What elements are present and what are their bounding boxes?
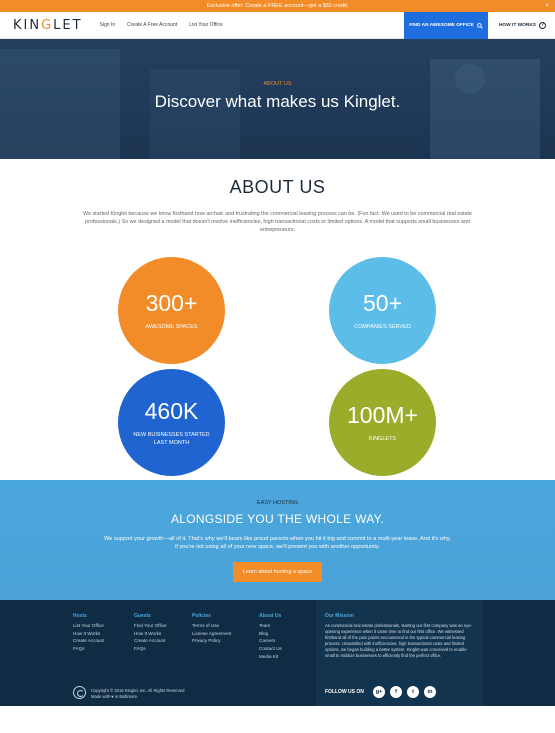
footer-link[interactable]: Terms of Use [192,622,231,630]
promo-banner[interactable]: Exclusive offer: Create a FREE account—g… [0,0,555,12]
close-icon[interactable]: × [545,0,549,12]
nav-sign-in[interactable]: Sign In [100,22,116,28]
about-section: ABOUT US We started Kinglet because we k… [0,159,555,235]
footer-link[interactable]: FAQs [134,645,167,653]
footer-link[interactable]: Privacy Policy [192,637,231,645]
easy-title: ALONGSIDE YOU THE WHOLE WAY. [170,511,385,526]
about-body: We started Kinglet because we know first… [82,211,472,234]
footer-col-guests: Guests Find Your Office How It Works Cre… [134,612,167,653]
hero-title: Discover what makes us Kinglet. [154,92,401,111]
nav-create-account[interactable]: Create A Free Account [127,22,177,28]
logo[interactable]: KINGLET [13,18,83,33]
mission-text: As commercial real estate professionals,… [325,622,473,658]
footer-link[interactable]: Team [259,622,282,630]
footer-link[interactable]: List Your Office [73,622,104,630]
footer-link[interactable]: Create Account [134,637,167,645]
stat-businesses: 460K NEW BUSINESSES STARTED LAST MONTH [118,368,225,476]
stat-kinglets: 100M+ KINGLETS [329,368,436,476]
stats-section: 300+ AWESOME SPACES 50+ COMPANIES SERVED… [0,235,555,480]
footer-col-hosts: Hosts List Your Office How It Works Crea… [73,612,105,653]
stat-spaces: 300+ AWESOME SPACES [118,256,225,364]
footer-link[interactable]: Blog [259,630,282,638]
about-title: ABOUT US [229,177,326,197]
help-icon: ? [539,22,547,29]
hero-kicker: ABOUT US [263,81,292,87]
linkedin-icon[interactable]: in [424,685,436,698]
hero-banner: ABOUT US Discover what makes us Kinglet. [0,39,555,159]
footer: Hosts List Your Office How It Works Crea… [0,599,555,706]
easy-kicker: EASY HOSTING [256,499,299,506]
footer-link[interactable]: How It Works [73,630,104,638]
search-icon [476,22,483,29]
footer-col-policies: Policies Terms of Use License Agreement … [192,612,232,645]
how-it-works-button[interactable]: HOW IT WORKS ? [490,12,555,39]
top-nav: KINGLET Sign In Create A Free Account Li… [0,12,555,39]
google-plus-icon[interactable]: g+ [373,685,385,698]
footer-link[interactable]: Contact Us [259,645,282,653]
footer-link[interactable]: FAQs [73,645,104,653]
mission-panel: Our Mission As commercial real estate pr… [316,599,483,706]
footer-link[interactable]: Media Kit [259,653,282,661]
footer-link[interactable]: Create Account [73,637,104,645]
hosting-button[interactable]: Learn about hosting a space [232,561,323,582]
footer-link[interactable]: Find Your Office [134,622,167,630]
promo-text: Exclusive offer: Create a FREE account—g… [206,3,349,9]
footer-logo-icon [73,685,86,699]
easy-body: We support your growth—all of it. That's… [104,535,451,551]
footer-link[interactable]: How It Works [134,630,167,638]
copyright: Copyright © 2015 Kinglet, Inc. All Right… [91,687,185,699]
footer-col-about: About Us Team Blog Careers Contact Us Me… [259,612,282,661]
mission-title: Our Mission [325,612,354,619]
easy-hosting-section: EASY HOSTING ALONGSIDE YOU THE WHOLE WAY… [0,479,555,600]
facebook-icon[interactable]: f [390,685,402,698]
nav-list-office[interactable]: List Your Office [189,22,223,28]
footer-link[interactable]: Careers [259,637,282,645]
stat-companies: 50+ COMPANIES SERVED [329,256,436,364]
footer-link[interactable]: License Agreement [192,630,231,638]
follow-label: FOLLOW US ON [325,688,364,695]
find-office-button[interactable]: FIND AN AWESOME OFFICE [404,12,488,39]
twitter-icon[interactable]: t [407,685,419,698]
